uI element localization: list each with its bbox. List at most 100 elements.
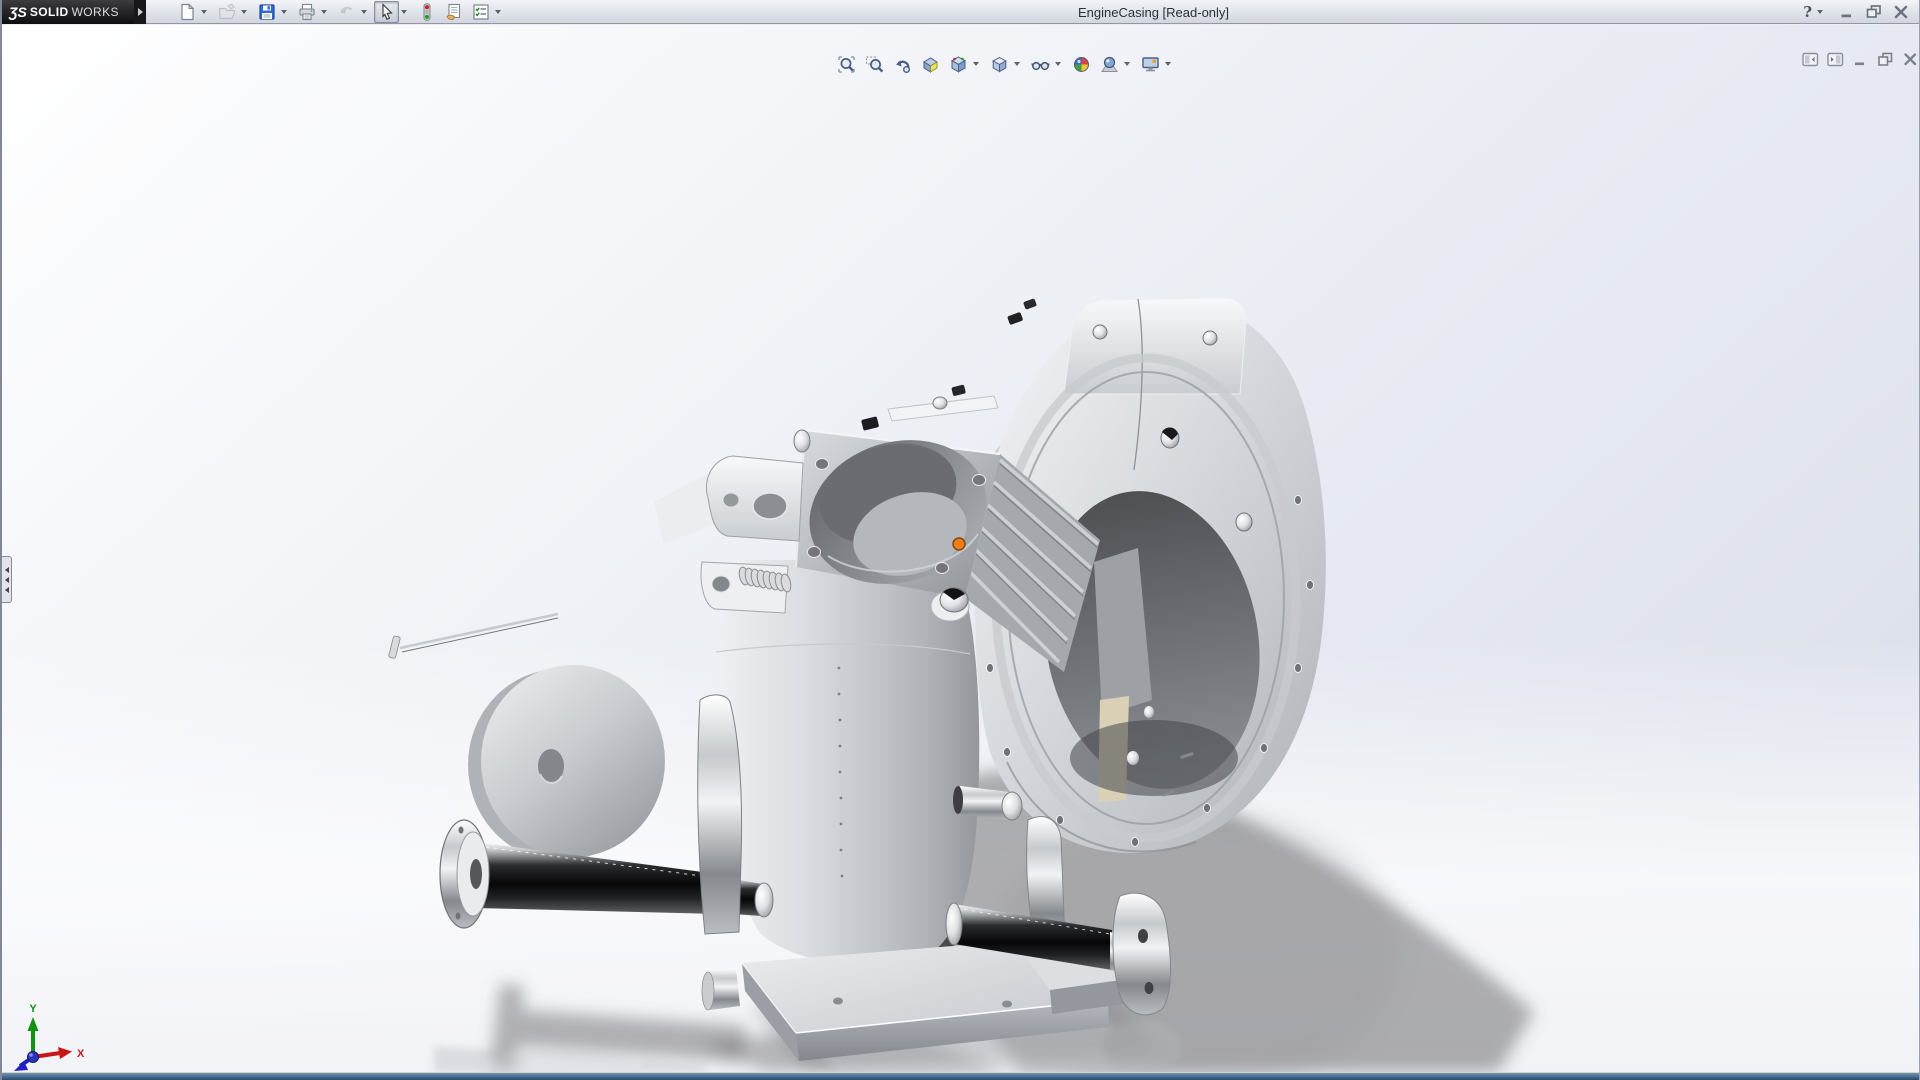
- display-style-button[interactable]: [987, 53, 1012, 75]
- hide-show-items-group: [1028, 53, 1066, 75]
- select-button[interactable]: [374, 1, 399, 23]
- close-icon: [1893, 5, 1909, 19]
- pane-expand-right-icon: [1827, 52, 1844, 67]
- previous-view-button[interactable]: [890, 53, 915, 75]
- undo-dropdown-caret[interactable]: [361, 10, 367, 14]
- 3d-model-canvas[interactable]: [2, 25, 1919, 1072]
- previous-view-group: [890, 53, 915, 75]
- save-icon: [258, 3, 276, 21]
- save-dropdown-caret[interactable]: [281, 10, 287, 14]
- doc-restore-icon: [1877, 52, 1894, 67]
- pane-collapse-left-icon: [1802, 52, 1819, 67]
- zoom-to-area-group: [862, 53, 887, 75]
- doc-restore-button[interactable]: [1877, 52, 1894, 67]
- section-view-icon: [921, 55, 940, 74]
- hide-show-items-button[interactable]: [1028, 53, 1053, 75]
- view-settings-button[interactable]: [1138, 53, 1163, 75]
- window-controls: ?: [1803, 3, 1919, 21]
- doc-pane-right-button[interactable]: [1827, 52, 1844, 67]
- hide-show-items-dropdown-caret[interactable]: [1055, 62, 1061, 66]
- window-frame-bottom: [2, 1073, 1919, 1080]
- open-dropdown-caret[interactable]: [241, 10, 247, 14]
- help-icon: ?: [1803, 3, 1812, 21]
- view-orientation-cube-icon: [949, 55, 968, 74]
- undo-button[interactable]: [334, 1, 359, 23]
- view-settings-group: [1138, 53, 1176, 75]
- undo-group: [334, 1, 372, 23]
- section-view-button[interactable]: [918, 53, 943, 75]
- previous-view-icon: [893, 55, 912, 74]
- edit-appearance-group: [1069, 53, 1094, 75]
- edit-appearance-button[interactable]: [1069, 53, 1094, 75]
- restore-icon: [1866, 5, 1882, 19]
- view-orientation-button[interactable]: [946, 53, 971, 75]
- right-arrow-icon: [138, 8, 143, 16]
- apply-scene-group: [1097, 53, 1135, 75]
- select-dropdown-caret[interactable]: [401, 10, 407, 14]
- save-button[interactable]: [254, 1, 279, 23]
- options-group: [468, 1, 506, 23]
- flywheel-disc[interactable]: [481, 665, 665, 857]
- titlebar: ƷS SOLIDWORKS EngineCasing [Read-only] ?: [2, 0, 1919, 24]
- zoom-to-area-button[interactable]: [862, 53, 887, 75]
- y-axis-label: Y: [29, 1003, 37, 1015]
- solidworks-logo[interactable]: ƷS SOLIDWORKS: [2, 0, 134, 24]
- left-arrow-icon: [5, 577, 9, 583]
- document-title: EngineCasing [Read-only]: [1078, 5, 1229, 20]
- new-document-icon: [178, 3, 196, 21]
- zoom-to-fit-button[interactable]: [834, 53, 859, 75]
- new-button[interactable]: [174, 1, 199, 23]
- options-list-icon: [472, 3, 490, 21]
- print-button[interactable]: [294, 1, 319, 23]
- x-axis-label: X: [77, 1048, 85, 1060]
- select-group: [374, 1, 412, 23]
- minimize-icon: [1839, 5, 1855, 19]
- doc-minimize-button[interactable]: [1852, 52, 1869, 67]
- open-button[interactable]: [214, 1, 239, 23]
- apply-scene-button[interactable]: [1097, 53, 1122, 75]
- apply-scene-dropdown-caret[interactable]: [1124, 62, 1130, 66]
- print-group: [294, 1, 332, 23]
- selection-marker[interactable]: [953, 538, 965, 550]
- file-properties-button[interactable]: [441, 1, 466, 23]
- restore-button[interactable]: [1866, 5, 1882, 19]
- section-view-group: [918, 53, 943, 75]
- solidworks-logo-glyph: ƷS: [9, 4, 27, 20]
- logo-text-works: WORKS: [72, 5, 119, 19]
- graphics-area[interactable]: Y X Z *Dimetric: [2, 25, 1919, 1072]
- new-dropdown-caret[interactable]: [201, 10, 207, 14]
- orientation-triad: Y X Z: [2, 1000, 102, 1072]
- doc-minimize-icon: [1852, 52, 1869, 67]
- apply-scene-icon: [1100, 55, 1119, 74]
- options-button[interactable]: [468, 1, 493, 23]
- view-orientation-group: [946, 53, 984, 75]
- doc-close-button[interactable]: [1902, 52, 1919, 67]
- doc-close-icon: [1902, 52, 1919, 67]
- help-dropdown-caret[interactable]: [1817, 10, 1823, 14]
- featuremanager-flyout-tab[interactable]: [2, 556, 12, 603]
- help-button[interactable]: ?: [1803, 3, 1828, 21]
- file-properties-icon: [445, 3, 463, 21]
- print-icon: [298, 3, 316, 21]
- select-arrow-icon: [378, 3, 396, 21]
- minimize-button[interactable]: [1839, 5, 1855, 19]
- undo-icon: [338, 3, 356, 21]
- solidworks-window: ƷS SOLIDWORKS EngineCasing [Read-only] ?: [0, 0, 1920, 1080]
- main-toolbar: [174, 0, 506, 24]
- doc-pane-left-button[interactable]: [1802, 52, 1819, 67]
- open-group: [214, 1, 252, 23]
- display-style-dropdown-caret[interactable]: [1014, 62, 1020, 66]
- options-dropdown-caret[interactable]: [495, 10, 501, 14]
- rebuild-button[interactable]: [414, 1, 439, 23]
- close-button[interactable]: [1893, 5, 1909, 19]
- display-style-group: [987, 53, 1025, 75]
- print-dropdown-caret[interactable]: [321, 10, 327, 14]
- rebuild-traffic-light-icon: [418, 3, 436, 21]
- rebuild-group: [414, 1, 439, 23]
- view-orientation-dropdown-caret[interactable]: [973, 62, 979, 66]
- save-group: [254, 1, 292, 23]
- menu-expand-arrow[interactable]: [134, 0, 146, 24]
- zoom-to-area-icon: [865, 55, 884, 74]
- display-style-icon: [990, 55, 1009, 74]
- view-settings-dropdown-caret[interactable]: [1165, 62, 1171, 66]
